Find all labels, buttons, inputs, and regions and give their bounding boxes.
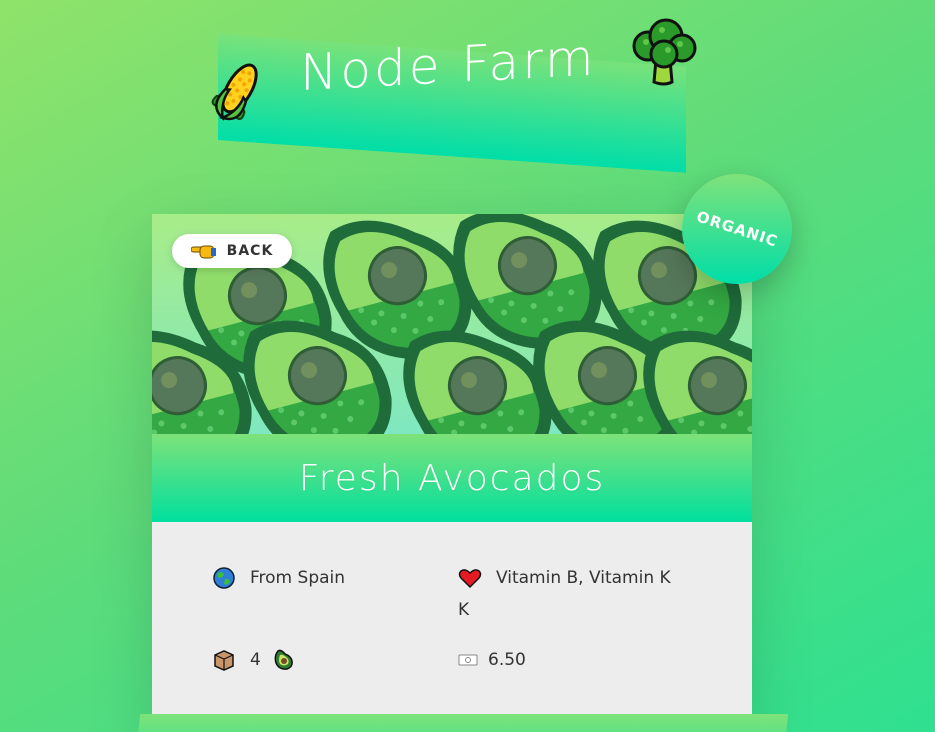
box-icon [214,650,234,671]
back-button[interactable]: BACK [172,234,292,268]
product-card: BACK Fresh Avocados From Spain Vitamin B… [152,214,752,732]
product-nutrients: Vitamin B, Vitamin K K [458,562,698,626]
product-price: 6.50 [458,644,526,676]
globe-icon [213,567,235,589]
avocado-icon [274,649,294,670]
organic-badge: ORGANIC [682,174,792,284]
back-button-label: BACK [226,243,274,259]
product-quantity: 4 [212,644,296,676]
nutrients-text: Vitamin B, Vitamin K [496,568,671,588]
product-image: BACK [152,214,752,434]
product-details: From Spain Vitamin B, Vitamin K K 4 6.50 [152,522,752,732]
product-origin: From Spain [212,562,345,594]
product-name: Fresh Avocados [298,457,606,499]
pointing-hand-icon [190,245,216,259]
corn-icon [211,63,258,121]
quantity-text: 4 [250,650,261,670]
heart-icon [458,569,482,589]
footer-ribbon [135,714,789,732]
broccoli-icon [632,18,697,86]
nutrients-overflow-text: K [458,600,470,620]
product-title-band: Fresh Avocados [152,434,752,522]
price-text: 6.50 [488,650,526,670]
origin-text: From Spain [250,568,346,588]
organic-badge-label: ORGANIC [694,207,780,251]
price-tag-icon [458,654,478,666]
